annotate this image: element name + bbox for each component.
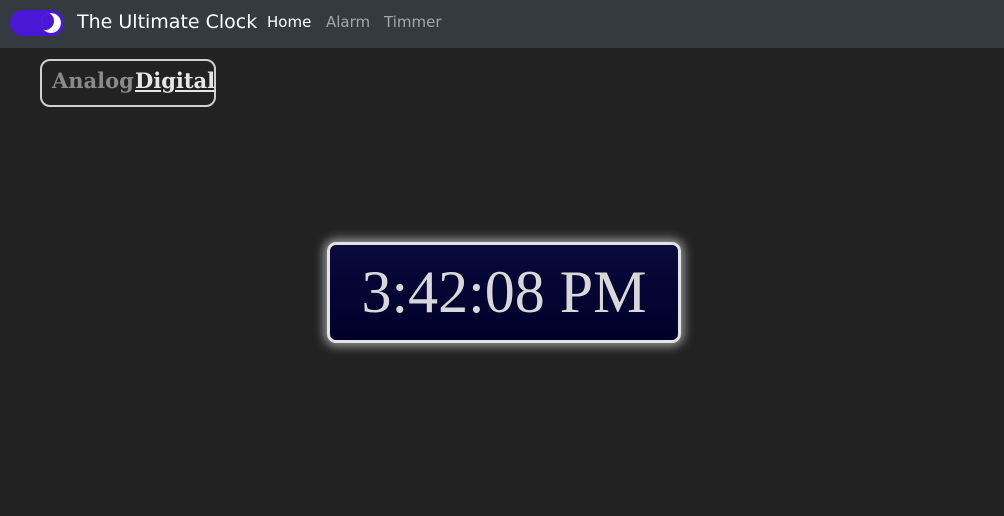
- moon-icon: [41, 13, 61, 33]
- nav-home-link[interactable]: Home: [267, 12, 311, 32]
- clock-mode-switch: Analog Digital: [40, 59, 216, 107]
- app-brand[interactable]: The Ultimate Clock: [77, 10, 257, 34]
- digital-clock-display: 3:42:08 PM: [327, 242, 681, 343]
- top-navbar: The Ultimate Clock Home Alarm Timmer: [0, 0, 1004, 48]
- theme-toggle[interactable]: [10, 10, 64, 36]
- analog-mode-button[interactable]: Analog: [52, 67, 134, 95]
- nav-timmer-link[interactable]: Timmer: [384, 12, 442, 32]
- clock-time-text: 3:42:08 PM: [361, 259, 647, 325]
- digital-mode-button[interactable]: Digital: [135, 67, 215, 95]
- nav-alarm-link[interactable]: Alarm: [326, 12, 370, 32]
